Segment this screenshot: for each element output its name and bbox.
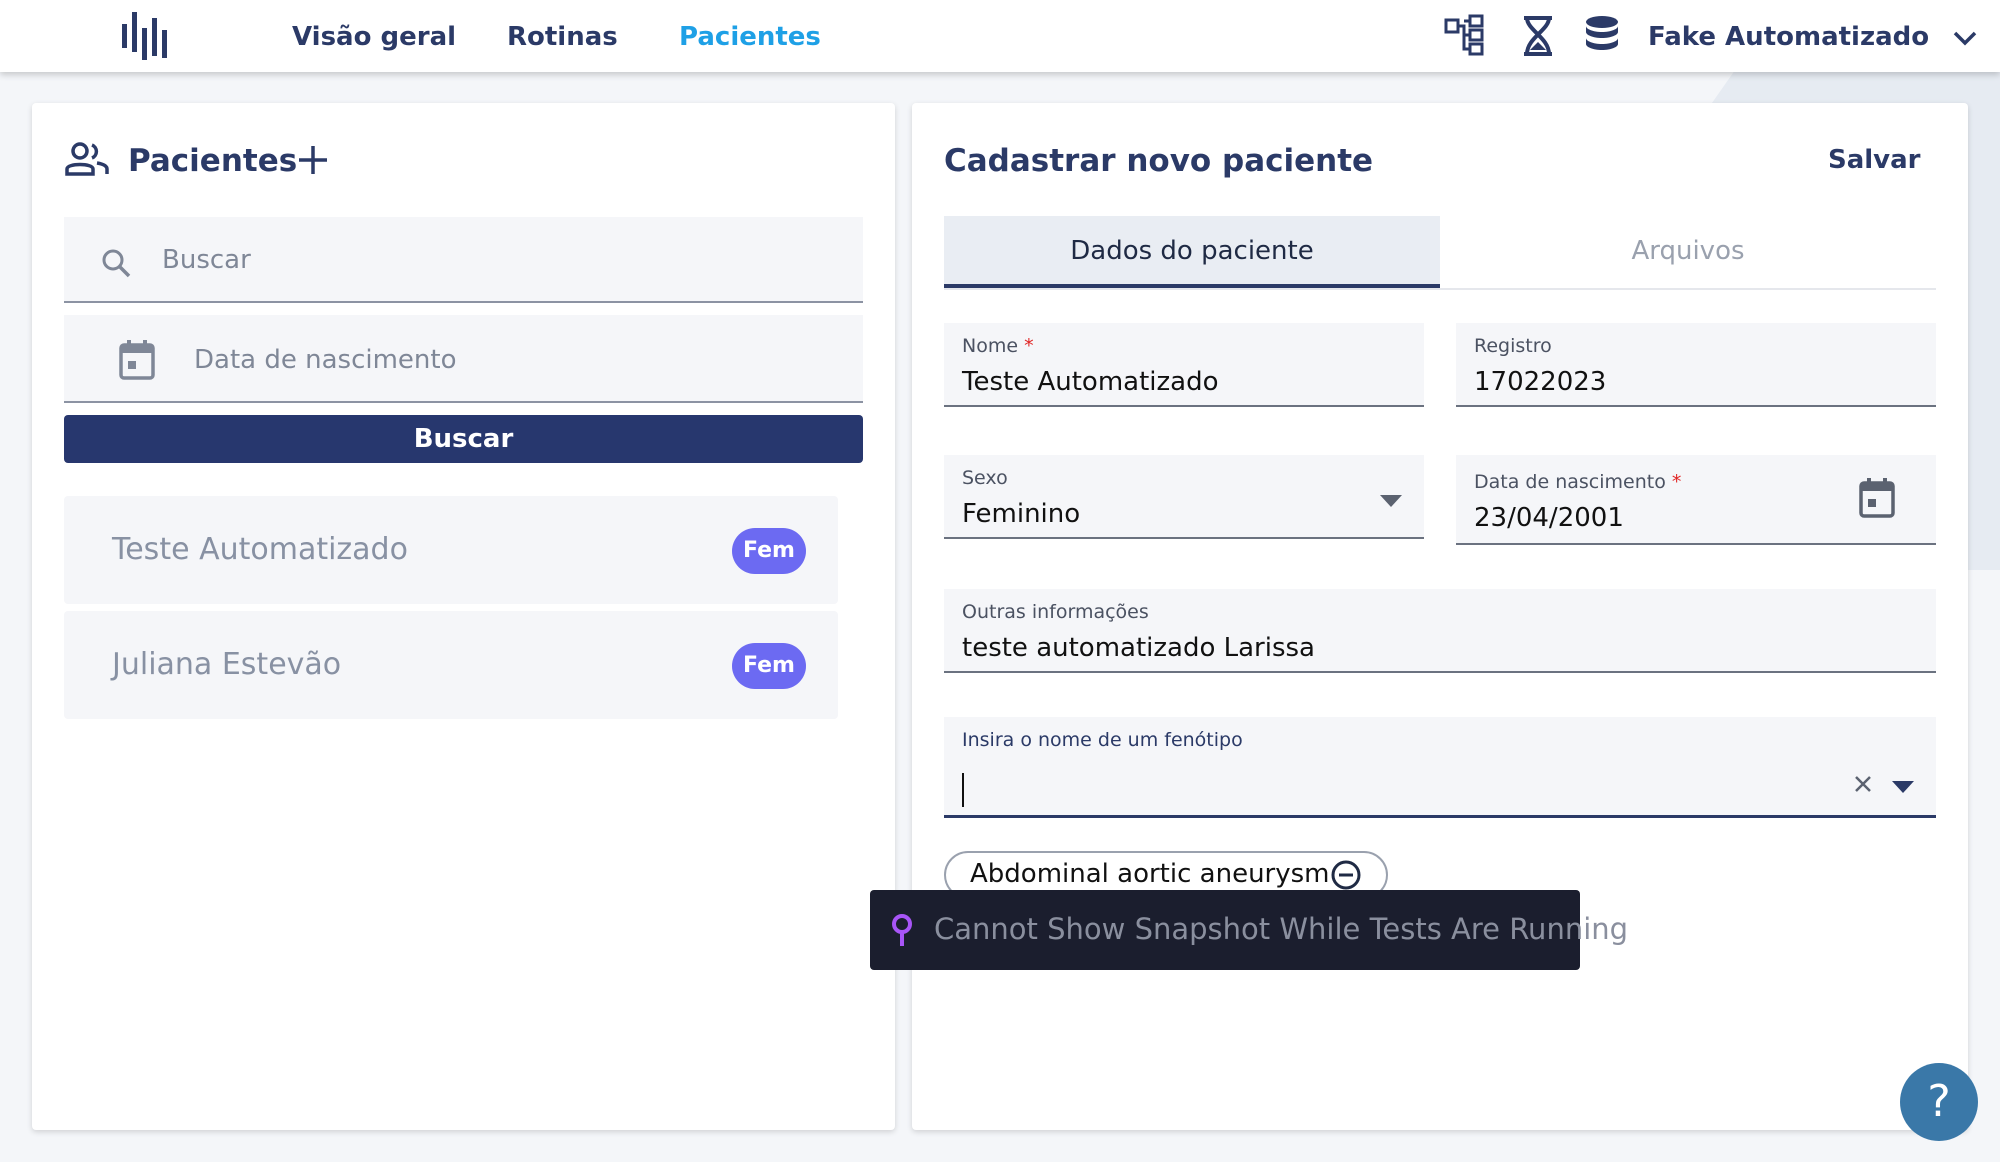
hourglass-icon[interactable] (1516, 14, 1560, 58)
sexo-select[interactable]: Sexo Feminino (944, 455, 1424, 539)
outras-value: teste automatizado Larissa (962, 633, 1315, 663)
search-button[interactable]: Buscar (64, 415, 863, 463)
save-button[interactable]: Salvar (1828, 145, 1921, 175)
registro-label: Registro (1474, 335, 1552, 357)
patients-card: Pacientes Buscar Data de nascimento Busc… (32, 103, 895, 1130)
nome-value: Teste Automatizado (962, 367, 1219, 397)
add-patient-icon[interactable] (296, 143, 330, 177)
people-icon (65, 142, 109, 176)
sexo-value: Feminino (962, 499, 1081, 529)
snapshot-toast: Cannot Show Snapshot While Tests Are Run… (870, 890, 1628, 970)
nascimento-label: Data de nascimento * (1474, 471, 1682, 493)
top-navbar: Visão geral Rotinas Pacientes Fake Autom… (0, 0, 2000, 72)
pin-icon (892, 914, 912, 946)
fenotipo-input[interactable]: Insira o nome de um fenótipo (944, 717, 1936, 818)
calendar-icon[interactable] (118, 339, 156, 381)
tab-dados-paciente[interactable]: Dados do paciente (944, 216, 1440, 288)
nascimento-value: 23/04/2001 (1474, 503, 1624, 533)
patient-name: Juliana Estevão (112, 647, 342, 682)
dropdown-arrow-icon[interactable] (1380, 495, 1402, 507)
user-name: Fake Automatizado (1648, 22, 1930, 52)
outras-informacoes-field[interactable]: Outras informações teste automatizado La… (944, 589, 1936, 673)
patient-item[interactable]: Juliana Estevão Fem (64, 611, 838, 719)
chevron-down-icon (1953, 31, 1977, 45)
remove-icon[interactable] (1330, 859, 1362, 891)
help-button[interactable]: ? (1900, 1063, 1978, 1141)
nav-pacientes[interactable]: Pacientes (679, 22, 821, 52)
sex-badge: Fem (732, 528, 806, 574)
registro-field[interactable]: Registro 17022023 (1456, 323, 1936, 407)
birth-date-placeholder: Data de nascimento (194, 345, 457, 375)
toast-message: Cannot Show Snapshot While Tests Are Run… (934, 912, 1629, 946)
outras-label: Outras informações (962, 601, 1149, 623)
clear-icon[interactable] (1854, 775, 1872, 793)
tab-arquivos[interactable]: Arquivos (1440, 216, 1936, 286)
sex-badge: Fem (732, 643, 806, 689)
nascimento-field[interactable]: Data de nascimento * 23/04/2001 (1456, 455, 1936, 545)
patient-item[interactable]: Teste Automatizado Fem (64, 496, 838, 604)
chip-label: Abdominal aortic aneurysm (970, 859, 1330, 889)
nome-label: Nome * (962, 335, 1034, 357)
search-placeholder: Buscar (162, 245, 251, 275)
patient-name: Teste Automatizado (112, 532, 408, 567)
search-icon (102, 249, 131, 278)
nav-visao-geral[interactable]: Visão geral (292, 22, 456, 52)
nav-rotinas[interactable]: Rotinas (507, 22, 618, 52)
dropdown-arrow-icon[interactable] (1892, 781, 1914, 793)
form-tabs: Dados do paciente Arquivos (944, 216, 1936, 290)
text-cursor (962, 773, 964, 807)
calendar-icon[interactable] (1858, 477, 1896, 519)
form-title: Cadastrar novo paciente (944, 143, 1374, 179)
user-menu[interactable]: Fake Automatizado (1648, 22, 1978, 52)
search-input[interactable]: Buscar (64, 217, 863, 303)
birth-date-input[interactable]: Data de nascimento (64, 315, 863, 403)
sexo-label: Sexo (962, 467, 1008, 489)
hierarchy-icon[interactable] (1444, 14, 1488, 58)
app-logo[interactable] (120, 10, 176, 62)
new-patient-card: Cadastrar novo paciente Salvar Dados do … (912, 103, 1968, 1130)
database-icon[interactable] (1580, 14, 1624, 58)
patients-title: Pacientes (128, 143, 298, 179)
fenotipo-label: Insira o nome de um fenótipo (962, 729, 1243, 751)
nome-field[interactable]: Nome * Teste Automatizado (944, 323, 1424, 407)
registro-value: 17022023 (1474, 367, 1607, 397)
